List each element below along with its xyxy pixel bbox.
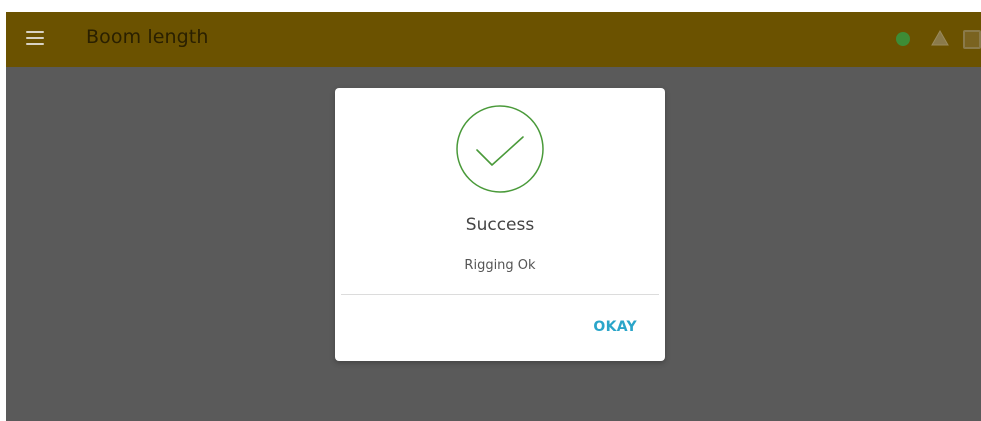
dialog-title: Success bbox=[465, 215, 535, 235]
app-bar: Boom length bbox=[6, 12, 981, 67]
dialog-message: Rigging Ok bbox=[464, 258, 536, 273]
okay-button[interactable]: OKAY bbox=[593, 319, 637, 335]
square-icon[interactable] bbox=[963, 30, 981, 49]
dialog-divider bbox=[341, 294, 659, 295]
warning-triangle-icon[interactable] bbox=[931, 30, 949, 46]
green-status-dot-icon bbox=[896, 32, 910, 46]
check-circle-icon bbox=[456, 105, 544, 193]
hamburger-menu-icon[interactable] bbox=[26, 31, 44, 45]
success-dialog: Success Rigging Ok OKAY bbox=[335, 88, 665, 361]
page-title: Boom length bbox=[86, 26, 209, 48]
app-screen: Boom length Success Rigging Ok OKAY bbox=[6, 12, 981, 421]
